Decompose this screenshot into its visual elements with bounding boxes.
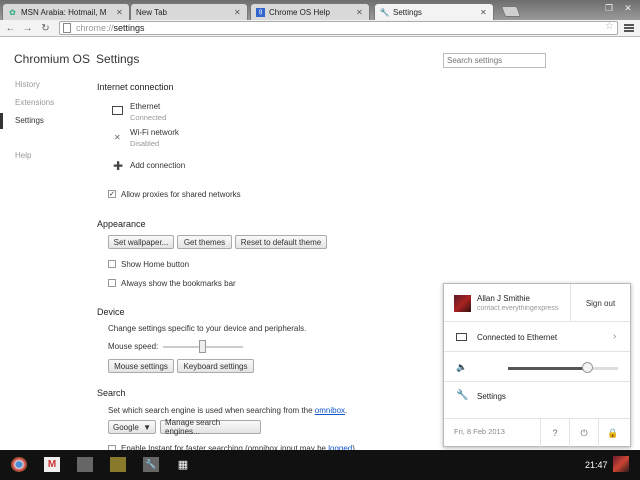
sidebar-selection-indicator [0,113,3,129]
window-close-icon[interactable]: ✕ [622,2,634,14]
get-themes-button[interactable]: Get themes [177,235,232,249]
internet-heading: Internet connection [97,82,174,92]
clock[interactable]: 21:47 [585,460,608,470]
ethernet-network[interactable]: Ethernet [130,102,160,111]
sidebar-item-extensions[interactable]: Extensions [15,98,54,107]
dropdown-arrow-icon: ▼ [143,422,151,432]
show-home-checkbox[interactable] [108,260,116,268]
app-launcher-icon[interactable]: ▦ [175,457,191,472]
gmail-icon[interactable]: M [44,457,60,472]
sidebar-title: Chromium OS [14,52,91,66]
user-name: Allan J Smithie [477,294,530,303]
lock-icon[interactable]: 🔒 [598,419,627,447]
ethernet-icon [456,333,467,341]
show-bookmarks-checkbox[interactable] [108,279,116,287]
wrench-icon: 🔧 [379,7,390,17]
system-tray-bubble: Allan J Smithie contact.everythingexpres… [443,283,631,447]
chevron-right-icon: › [613,331,617,342]
show-home-label: Show Home button [121,260,190,269]
omnibox[interactable]: chrome://settings [59,21,618,35]
sign-out-button[interactable]: Sign out [570,284,630,322]
search-heading: Search [97,388,126,398]
tab-title: Settings [393,7,422,17]
reload-icon[interactable]: ↻ [39,22,52,35]
omnibox-link[interactable]: omnibox [315,406,345,415]
close-icon[interactable]: ✕ [356,8,364,17]
keyboard-settings-button[interactable]: Keyboard settings [177,359,254,373]
reset-theme-button[interactable]: Reset to default theme [235,235,327,249]
tab-title: MSN Arabia: Hotmail, M [21,7,107,17]
sidebar-item-settings[interactable]: Settings [15,116,44,125]
close-icon[interactable]: ✕ [116,8,124,17]
tab-new-tab[interactable]: New Tab ✕ [130,3,248,20]
new-tab-button[interactable] [500,6,522,17]
wrench-icon: 🔧 [456,390,469,401]
search-description: Set which search engine is used when sea… [108,406,347,415]
ethernet-icon [112,106,123,115]
sidebar-item-history[interactable]: History [15,80,40,89]
device-heading: Device [97,307,125,317]
mouse-speed-thumb[interactable] [199,340,206,353]
volume-icon[interactable]: 🔈 [456,362,467,373]
google-icon: g [256,7,265,17]
mouse-settings-button[interactable]: Mouse settings [108,359,174,373]
show-bookmarks-label: Always show the bookmarks bar [121,279,236,288]
msn-icon: ✿ [9,7,16,17]
search-engine-value: Google [113,422,139,432]
chrome-icon[interactable] [11,457,27,472]
search-settings-input[interactable] [443,53,546,68]
avatar [454,295,471,312]
allow-proxies-label: Allow proxies for shared networks [121,190,241,199]
search-desc-text: Set which search engine is used when sea… [108,406,315,415]
close-icon[interactable]: ✕ [234,8,242,17]
avatar[interactable] [613,456,629,472]
menu-icon[interactable] [623,22,635,34]
help-button[interactable]: ? [540,419,569,447]
tab-strip: ✿ MSN Arabia: Hotmail, M ✕ New Tab ✕ g C… [0,0,640,20]
tray-date[interactable]: Fri, 8 Feb 2013 [454,427,505,436]
app-icon[interactable] [77,457,93,472]
device-description: Change settings specific to your device … [108,324,307,333]
window-restore-icon[interactable]: ❐ [603,2,615,14]
volume-slider-thumb[interactable] [582,362,593,373]
toolbar: ← → ↻ chrome://settings ☆ [0,20,640,37]
manage-search-engines-button[interactable]: Manage search engines... [160,418,261,436]
search-desc-suffix: . [345,406,348,415]
app-icon[interactable] [110,457,126,472]
ethernet-status: Connected [130,113,167,122]
settings-row[interactable] [444,382,630,419]
wifi-network[interactable]: Wi-Fi network [130,128,179,137]
back-icon[interactable]: ← [4,22,17,35]
forward-icon[interactable]: → [21,22,34,35]
url-scheme: chrome:// [76,23,114,33]
tab-msn[interactable]: ✿ MSN Arabia: Hotmail, M ✕ [2,3,130,20]
wifi-status: Disabled [130,139,160,148]
tab-title: New Tab [136,7,167,17]
appearance-heading: Appearance [97,219,146,229]
mouse-speed-label: Mouse speed: [108,342,159,351]
tray-settings-label: Settings [477,392,506,401]
add-connection-link[interactable]: Add connection [130,161,185,170]
search-engine-select[interactable]: Google ▼ [108,420,156,434]
star-icon[interactable]: ☆ [605,21,614,32]
tab-settings[interactable]: 🔧 Settings ✕ [374,3,494,20]
wifi-icon: ✕ [114,133,121,142]
wrench-icon[interactable]: 🔧 [143,457,159,472]
tab-chrome-os-help[interactable]: g Chrome OS Help ✕ [250,3,370,20]
user-email: contact.everythingexpress [477,305,559,312]
close-icon[interactable]: ✕ [480,8,488,17]
plus-icon: ✚ [113,159,124,173]
page-title: Settings [96,52,140,66]
network-status: Connected to Ethernet [477,333,558,342]
volume-slider-fill [508,367,588,370]
power-icon[interactable]: ⏻ [569,419,598,447]
tab-title: Chrome OS Help [269,7,330,17]
shelf: M 🔧 ▦ [0,450,640,480]
page-icon [63,23,71,33]
set-wallpaper-button[interactable]: Set wallpaper... [108,235,174,249]
sidebar-item-help[interactable]: Help [15,151,31,160]
allow-proxies-checkbox[interactable]: ✓ [108,190,116,198]
url-path: settings [113,23,145,33]
